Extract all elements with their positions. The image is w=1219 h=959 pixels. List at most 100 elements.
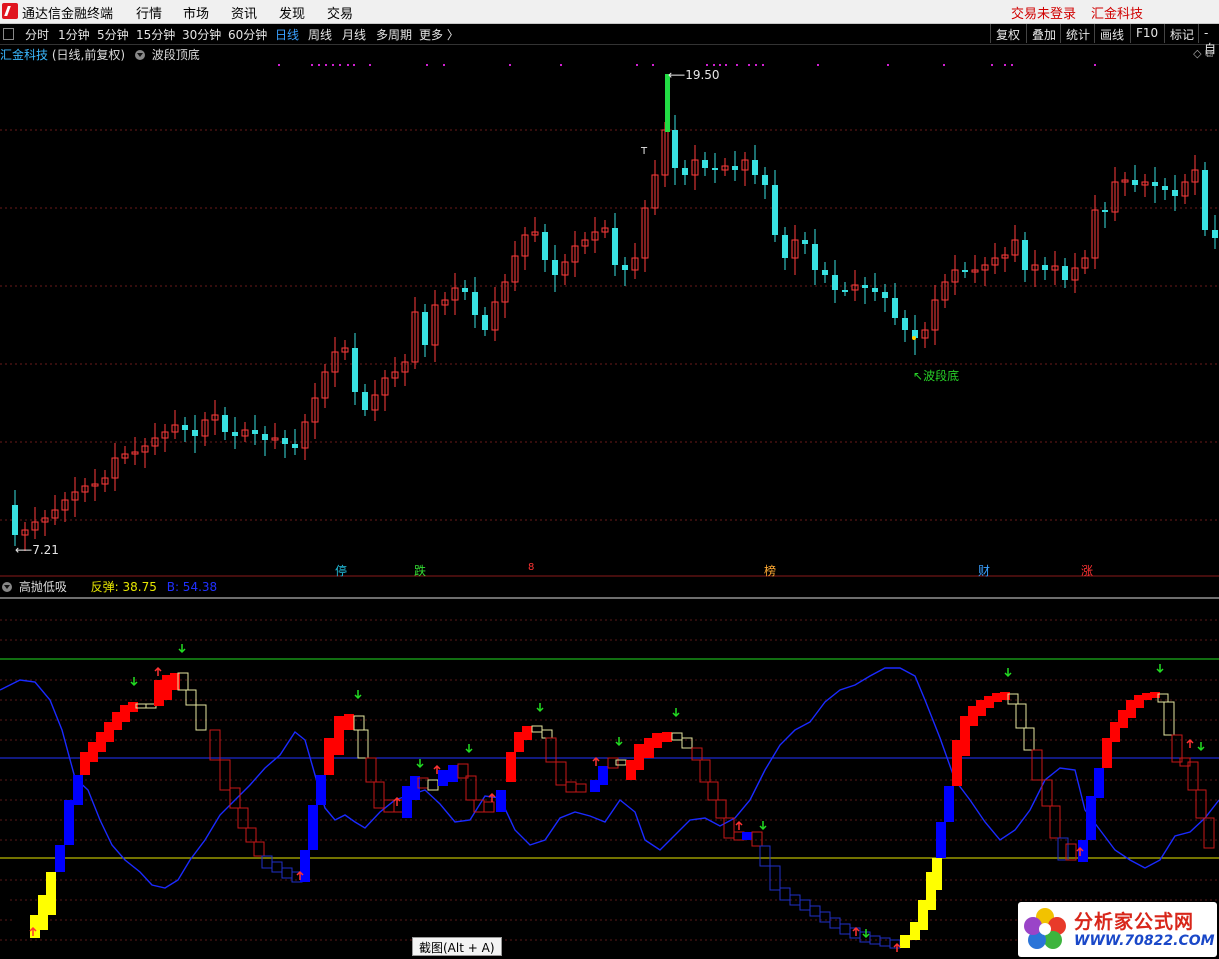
purple-dot (762, 64, 764, 66)
candle-body (362, 392, 368, 410)
indicator-box (209, 729, 221, 761)
indicator-panel-title: 高抛低吸 反弹: 38.75 B: 54.38 (0, 578, 217, 595)
red-up-arrow (735, 820, 743, 830)
indicator-box (506, 752, 516, 782)
green-down-arrow (862, 929, 870, 939)
watermark: 分析家公式网 WWW.70822.COM (1018, 902, 1217, 957)
indicator-panel-dropdown-icon[interactable] (2, 582, 12, 592)
indicator-box (448, 765, 458, 782)
indicator-box (300, 850, 310, 882)
candle-body (482, 315, 488, 330)
candle-body (672, 130, 678, 168)
indicator-box (271, 861, 283, 873)
event-marker-drop[interactable]: 跌 (414, 562, 426, 579)
event-marker-list[interactable]: 榜 (764, 562, 776, 579)
purple-dot (755, 64, 757, 66)
purple-dot (1094, 64, 1096, 66)
blue-oscillator-line (0, 667, 1219, 889)
indicator-box (662, 732, 672, 742)
indicator-box (1094, 768, 1104, 798)
green-down-arrow (1197, 742, 1205, 752)
green-down-arrow (416, 759, 424, 769)
candle-body (892, 298, 898, 318)
indicator-box (759, 845, 771, 867)
indicator-box (944, 786, 954, 822)
indicator-box (253, 841, 265, 857)
candle-body (822, 270, 828, 275)
candlesticks (12, 74, 1218, 551)
candle-body (1132, 180, 1138, 185)
candle-body (682, 168, 688, 175)
indicator-box (936, 822, 946, 858)
event-marker-eight[interactable]: 8 (528, 562, 534, 573)
candle-body (262, 434, 268, 440)
indicator-box (634, 744, 644, 770)
indicator-panel-name[interactable]: 高抛低吸 (19, 580, 67, 594)
green-down-arrow (615, 737, 623, 747)
indicator-box (809, 905, 821, 917)
indicator-box (324, 738, 334, 775)
flower-logo-icon (1024, 908, 1066, 949)
candle-body (762, 175, 768, 185)
indicator-box (281, 867, 293, 879)
purple-dot-markers (278, 64, 1096, 66)
event-marker-rise[interactable]: 涨 (1081, 562, 1093, 579)
indicator-box (316, 775, 326, 805)
high-price-label: ⟵19.50 (668, 68, 720, 82)
candle-body (832, 275, 838, 290)
candle-body (812, 244, 818, 270)
green-down-arrow (759, 821, 767, 831)
purple-dot (353, 64, 355, 66)
purple-dot (325, 64, 327, 66)
indicator-box (1023, 727, 1035, 751)
purple-dot (719, 64, 721, 66)
candle-body (292, 444, 298, 448)
red-up-arrow (488, 792, 496, 802)
green-down-arrow (1156, 664, 1164, 674)
chart-canvas[interactable] (0, 0, 1219, 959)
indicator-box (879, 937, 891, 947)
wave-bottom-label: ↖波段底 (913, 369, 960, 383)
indicator-box (365, 757, 377, 783)
indicator-box (73, 775, 83, 805)
candle-body (222, 415, 228, 432)
purple-dot (991, 64, 993, 66)
green-down-arrow (672, 708, 680, 718)
candle-body (552, 260, 558, 275)
indicator-box (353, 715, 365, 731)
candle-body (732, 166, 738, 170)
purple-dot (347, 64, 349, 66)
purple-dot (443, 64, 445, 66)
watermark-text: 分析家公式网 (1074, 911, 1195, 933)
indicator-box (555, 761, 567, 786)
indicator-box (742, 832, 752, 840)
purple-dot (426, 64, 428, 66)
watermark-url: WWW.70822.COM (1074, 933, 1215, 949)
indicator-box (779, 887, 791, 901)
candle-body (192, 430, 198, 436)
indicator-box (715, 799, 727, 819)
candle-body (882, 292, 888, 298)
grid-lines (0, 129, 1219, 941)
purple-dot (318, 64, 320, 66)
purple-dot (1011, 64, 1013, 66)
candle-body (872, 288, 878, 292)
purple-dot (943, 64, 945, 66)
indicator-box (1015, 703, 1027, 729)
candle-body (612, 228, 618, 265)
candle-body (232, 432, 238, 436)
indicator-box (46, 872, 56, 915)
red-up-arrow (852, 926, 860, 936)
b-value: B: 54.38 (166, 580, 218, 594)
purple-dot (887, 64, 889, 66)
purple-dot (706, 64, 708, 66)
purple-dot (278, 64, 280, 66)
peak-candle (665, 74, 670, 132)
event-marker-finance[interactable]: 财 (978, 562, 990, 579)
candle-body (752, 160, 758, 175)
candle-body (842, 290, 848, 292)
purple-dot (725, 64, 727, 66)
indicator-box (373, 781, 385, 809)
candle-body (772, 185, 778, 235)
event-marker-halt[interactable]: 停 (335, 562, 347, 579)
